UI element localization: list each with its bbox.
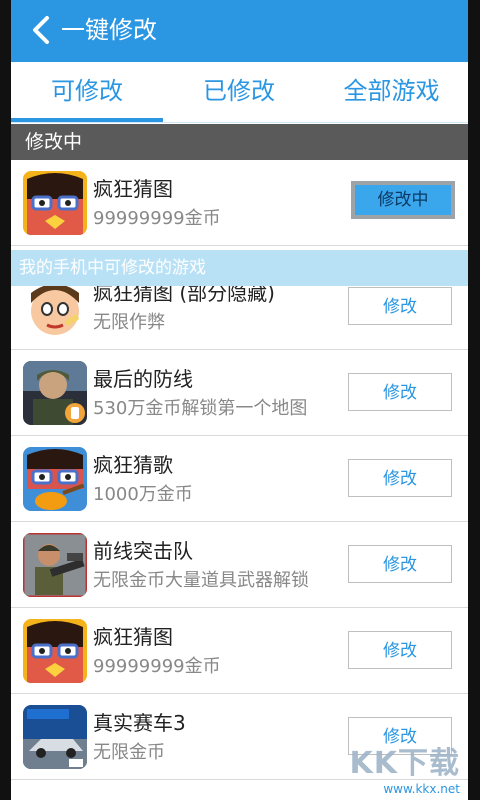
- list-item[interactable]: 疯狂猜歌 1000万金币 修改: [11, 436, 468, 522]
- current-game-row[interactable]: 疯狂猜图 99999999金币 修改中: [11, 160, 468, 246]
- game-icon-crazy-guess: [23, 171, 87, 235]
- back-arrow-icon[interactable]: [29, 14, 53, 46]
- game-icon-real-racing: [23, 705, 87, 769]
- game-name: 疯狂猜歌: [93, 453, 173, 477]
- modify-button[interactable]: 修改: [348, 373, 452, 411]
- modifying-button[interactable]: 修改中: [351, 181, 455, 219]
- game-name: 疯狂猜图: [93, 177, 173, 201]
- list-item[interactable]: 疯狂猜图 99999999金币 修改: [11, 608, 468, 694]
- game-icon-crazy-song: [23, 447, 87, 511]
- game-desc: 99999999金币: [93, 208, 221, 229]
- game-icon-cartoon-face: [23, 286, 87, 339]
- list-item[interactable]: 最后的防线 530万金币解锁第一个地图 修改: [11, 350, 468, 436]
- game-list: 疯狂猜图 (部分隐藏) 无限作弊 修改 最后的防线 530万金币解锁第一个地图 …: [11, 286, 468, 800]
- game-desc: 无限金币大量道具武器解锁: [93, 570, 309, 591]
- game-desc: 530万金币解锁第一个地图: [93, 398, 308, 419]
- top-bar: 一键修改: [11, 0, 468, 62]
- game-desc: 1000万金币: [93, 484, 193, 505]
- game-desc: 无限金币: [93, 742, 165, 763]
- modify-button[interactable]: 修改: [348, 631, 452, 669]
- watermark-url: www.kkx.net: [383, 782, 460, 796]
- list-item[interactable]: 疯狂猜图 (部分隐藏) 无限作弊 修改: [11, 286, 468, 350]
- tab-bar: 可修改 已修改 全部游戏: [11, 62, 468, 123]
- game-name: 最后的防线: [93, 367, 193, 391]
- modify-button[interactable]: 修改: [348, 545, 452, 583]
- page-title: 一键修改: [61, 16, 157, 44]
- game-name: 真实赛车3: [93, 711, 186, 735]
- tab-all-games[interactable]: 全部游戏: [315, 62, 468, 122]
- game-desc: 99999999金币: [93, 656, 221, 677]
- list-item[interactable]: 前线突击队 无限金币大量道具武器解锁 修改: [11, 522, 468, 608]
- watermark-logo: KK下载: [349, 746, 460, 781]
- game-icon-crazy-guess: [23, 619, 87, 683]
- game-icon-last-defense: [23, 361, 87, 425]
- game-name: 疯狂猜图: [93, 625, 173, 649]
- game-icon-frontline-commando: [23, 533, 87, 597]
- modify-button[interactable]: 修改: [348, 459, 452, 497]
- tab-modifiable[interactable]: 可修改: [11, 62, 163, 122]
- section-header-available: 我的手机中可修改的游戏: [11, 250, 468, 286]
- watermark: KK下载 www.kkx.net: [350, 738, 461, 796]
- game-desc: 无限作弊: [93, 312, 165, 333]
- tab-modified[interactable]: 已修改: [163, 62, 315, 122]
- modify-button[interactable]: 修改: [348, 287, 452, 325]
- game-name: 前线突击队: [93, 539, 193, 563]
- section-header-in-progress: 修改中: [11, 124, 468, 160]
- app-screen: 一键修改 可修改 已修改 全部游戏 修改中 疯狂猜图 99999999金币 修改…: [11, 0, 468, 800]
- game-name: 疯狂猜图 (部分隐藏): [93, 286, 275, 305]
- active-tab-indicator: [11, 118, 163, 122]
